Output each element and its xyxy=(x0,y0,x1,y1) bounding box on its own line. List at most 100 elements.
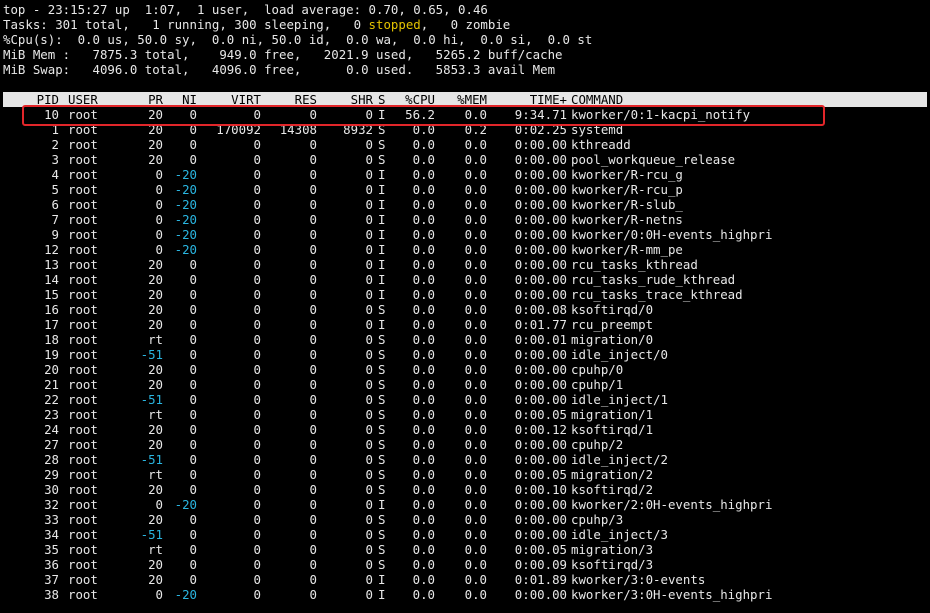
cell-virt: 0 xyxy=(253,212,261,227)
cell-s: I xyxy=(378,272,386,287)
cell-mem: 0.0 xyxy=(464,212,487,227)
cell-virt: 0 xyxy=(253,302,261,317)
cell-pid: 7 xyxy=(51,212,59,227)
cell-shr: 0 xyxy=(365,422,373,437)
col-ni: NI xyxy=(182,92,197,107)
cell-command: migration/0 xyxy=(571,332,654,347)
cell-mem: 0.0 xyxy=(464,407,487,422)
cell-cpu: 0.0 xyxy=(412,242,435,257)
cell-pr: 20 xyxy=(148,302,163,317)
cell-ni: -20 xyxy=(174,587,197,602)
process-row[interactable]: 6 root 0 -20 0 0 0 I 0.0 0.0 0:00.00 kworker/R-slub… xyxy=(3,197,927,212)
cell-virt: 0 xyxy=(253,362,261,377)
cell-shr: 0 xyxy=(365,437,373,452)
cell-s: I xyxy=(378,197,386,212)
process-row[interactable]: 19 root -51 0 0 0 0 S 0.0 0.0 0:00.00 idle_inject/0 xyxy=(3,347,927,362)
process-row[interactable]: 28 root -51 0 0 0 0 S 0.0 0.0 0:00.00 idle_inject/2 xyxy=(3,452,927,467)
cell-ni: 0 xyxy=(189,437,197,452)
cell-command: rcu_tasks_kthread xyxy=(571,257,698,272)
process-row[interactable]: 15 root 20 0 0 0 0 I 0.0 0.0 0:00.00 rcu_tasks_trac… xyxy=(3,287,927,302)
cell-time: 0:00.01 xyxy=(514,332,567,347)
cell-ni: -20 xyxy=(174,167,197,182)
cell-s: S xyxy=(378,347,386,362)
process-row[interactable]: 37 root 20 0 0 0 0 I 0.0 0.0 0:01.89 kworker/3:0-ev… xyxy=(3,572,927,587)
cell-mem: 0.0 xyxy=(464,497,487,512)
cell-ni: 0 xyxy=(189,542,197,557)
process-row[interactable]: 4 root 0 -20 0 0 0 I 0.0 0.0 0:00.00 kworker/R-rcu_… xyxy=(3,167,927,182)
cell-ni: -20 xyxy=(174,227,197,242)
cell-s: I xyxy=(378,167,386,182)
cell-command: kthreadd xyxy=(571,137,631,152)
cell-shr: 0 xyxy=(365,137,373,152)
cell-pr: rt xyxy=(148,467,163,482)
process-row[interactable]: 36 root 20 0 0 0 0 S 0.0 0.0 0:00.09 ksoftirqd/3 xyxy=(3,557,927,572)
cell-ni: 0 xyxy=(189,512,197,527)
process-row[interactable]: 20 root 20 0 0 0 0 S 0.0 0.0 0:00.00 cpuhp/0 xyxy=(3,362,927,377)
cell-virt: 0 xyxy=(253,392,261,407)
process-row[interactable]: 21 root 20 0 0 0 0 S 0.0 0.0 0:00.00 cpuhp/1 xyxy=(3,377,927,392)
cell-cpu: 0.0 xyxy=(412,212,435,227)
cell-cpu: 0.0 xyxy=(412,122,435,137)
cell-pid: 12 xyxy=(44,242,59,257)
tasks-zombie: , 0 zombie xyxy=(420,17,511,32)
cell-res: 0 xyxy=(309,197,317,212)
process-row[interactable]: 14 root 20 0 0 0 0 I 0.0 0.0 0:00.00 rcu_tasks_rude… xyxy=(3,272,927,287)
process-row[interactable]: 34 root -51 0 0 0 0 S 0.0 0.0 0:00.00 idle_inject/3 xyxy=(3,527,927,542)
col-time: TIME+ xyxy=(529,92,567,107)
cell-cpu: 0.0 xyxy=(412,302,435,317)
cell-pr: 20 xyxy=(148,512,163,527)
process-row[interactable]: 32 root 0 -20 0 0 0 I 0.0 0.0 0:00.00 kworker/2:0H-… xyxy=(3,497,927,512)
cell-ni: 0 xyxy=(189,407,197,422)
cell-user: root xyxy=(68,197,98,212)
mem-line: MiB Mem : 7875.3 total, 949.0 free, 2021… xyxy=(3,47,563,62)
process-row[interactable]: 16 root 20 0 0 0 0 S 0.0 0.0 0:00.08 ksoftirqd/0 xyxy=(3,302,927,317)
cell-mem: 0.0 xyxy=(464,152,487,167)
cell-time: 0:00.10 xyxy=(514,482,567,497)
cell-res: 0 xyxy=(309,137,317,152)
process-row[interactable]: 22 root -51 0 0 0 0 S 0.0 0.0 0:00.00 idle_inject/1 xyxy=(3,392,927,407)
cell-s: S xyxy=(378,437,386,452)
terminal-window[interactable]: top - 23:15:27 up 1:07, 1 user, load ave… xyxy=(3,2,927,602)
cell-time: 0:00.05 xyxy=(514,542,567,557)
process-row[interactable]: 35 root rt 0 0 0 0 S 0.0 0.0 0:00.05 migration/3 xyxy=(3,542,927,557)
cell-shr: 0 xyxy=(365,302,373,317)
process-row[interactable]: 38 root 0 -20 0 0 0 I 0.0 0.0 0:00.00 kworker/3:0H-… xyxy=(3,587,927,602)
cell-shr: 0 xyxy=(365,467,373,482)
cell-command: kworker/R-mm_pe xyxy=(571,242,683,257)
cell-time: 0:00.00 xyxy=(514,437,567,452)
cell-shr: 0 xyxy=(365,347,373,362)
process-row[interactable]: 18 root rt 0 0 0 0 S 0.0 0.0 0:00.01 migration/0 xyxy=(3,332,927,347)
cell-res: 0 xyxy=(309,257,317,272)
process-row[interactable]: 27 root 20 0 0 0 0 S 0.0 0.0 0:00.00 cpuhp/2 xyxy=(3,437,927,452)
cell-res: 0 xyxy=(309,377,317,392)
cell-res: 0 xyxy=(309,422,317,437)
process-row[interactable]: 10 root 20 0 0 0 0 I 56.2 0.0 9:34.71 kworker/0:1-k… xyxy=(3,107,927,122)
process-row[interactable]: 17 root 20 0 0 0 0 I 0.0 0.0 0:01.77 rcu_preempt xyxy=(3,317,927,332)
cell-command: rcu_preempt xyxy=(571,317,654,332)
process-row[interactable]: 29 root rt 0 0 0 0 S 0.0 0.0 0:00.05 migration/2 xyxy=(3,467,927,482)
process-row[interactable]: 5 root 0 -20 0 0 0 I 0.0 0.0 0:00.00 kworker/R-rcu_… xyxy=(3,182,927,197)
process-row[interactable]: 24 root 20 0 0 0 0 S 0.0 0.0 0:00.12 ksoftirqd/1 xyxy=(3,422,927,437)
process-row[interactable]: 33 root 20 0 0 0 0 S 0.0 0.0 0:00.00 cpuhp/3 xyxy=(3,512,927,527)
process-row[interactable]: 3 root 20 0 0 0 0 S 0.0 0.0 0:00.00 pool_workqueue_… xyxy=(3,152,927,167)
cell-pr: 20 xyxy=(148,257,163,272)
process-row[interactable]: 30 root 20 0 0 0 0 S 0.0 0.0 0:00.10 ksoftirqd/2 xyxy=(3,482,927,497)
process-row[interactable]: 9 root 0 -20 0 0 0 I 0.0 0.0 0:00.00 kworker/0:0H-e… xyxy=(3,227,927,242)
cell-pid: 34 xyxy=(44,527,59,542)
cell-res: 0 xyxy=(309,362,317,377)
cell-cpu: 0.0 xyxy=(412,377,435,392)
cell-ni: 0 xyxy=(189,317,197,332)
process-row[interactable]: 23 root rt 0 0 0 0 S 0.0 0.0 0:00.05 migration/1 xyxy=(3,407,927,422)
process-row[interactable]: 7 root 0 -20 0 0 0 I 0.0 0.0 0:00.00 kworker/R-netn… xyxy=(3,212,927,227)
cell-command: kworker/R-rcu_g xyxy=(571,167,683,182)
cell-ni: 0 xyxy=(189,392,197,407)
cell-shr: 0 xyxy=(365,482,373,497)
cell-command: idle_inject/1 xyxy=(571,392,668,407)
process-row[interactable]: 12 root 0 -20 0 0 0 I 0.0 0.0 0:00.00 kworker/R-mm_… xyxy=(3,242,927,257)
cell-pid: 2 xyxy=(51,137,59,152)
cell-virt: 0 xyxy=(253,242,261,257)
process-row[interactable]: 2 root 20 0 0 0 0 S 0.0 0.0 0:00.00 kthreadd xyxy=(3,137,927,152)
cell-cpu: 0.0 xyxy=(412,257,435,272)
process-row[interactable]: 1 root 20 0 170092 14308 8932 S 0.0 0.2 0:02.25 sys… xyxy=(3,122,927,137)
process-row[interactable]: 13 root 20 0 0 0 0 I 0.0 0.0 0:00.00 rcu_tasks_kthr… xyxy=(3,257,927,272)
